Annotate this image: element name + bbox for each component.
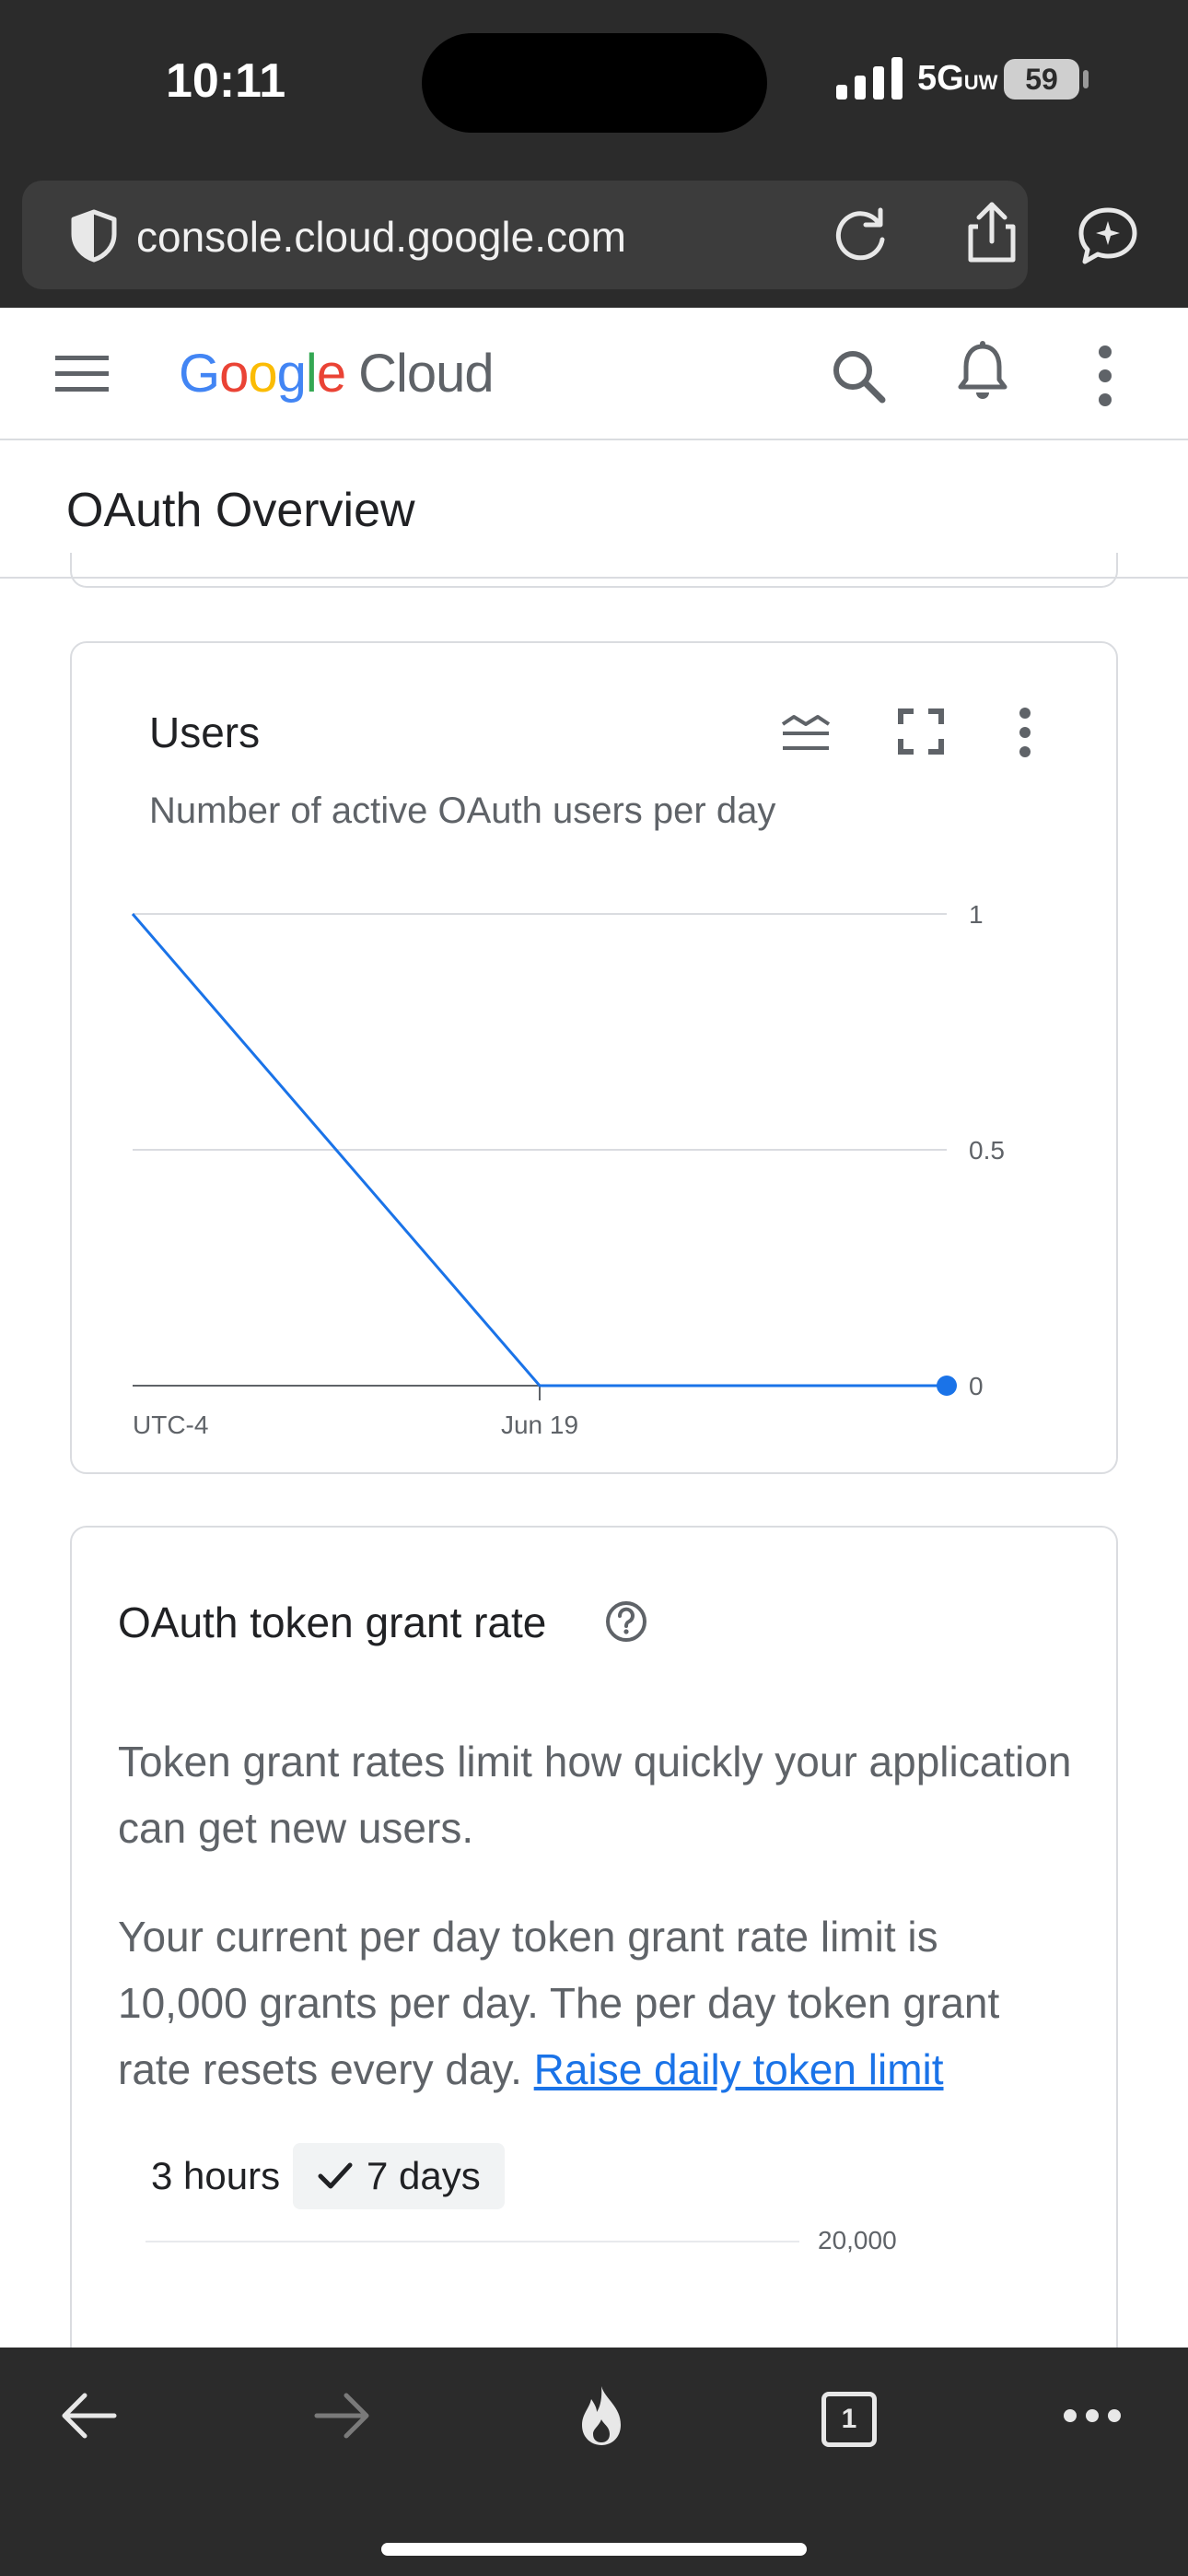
- raise-daily-token-limit-link[interactable]: Raise daily token limit: [534, 2045, 944, 2093]
- token-chart-gridline: [146, 2241, 799, 2242]
- dynamic-island: [422, 33, 767, 133]
- network-sup: UW: [963, 71, 998, 94]
- help-icon[interactable]: [604, 1599, 648, 1644]
- y-tick-label: 1: [969, 900, 984, 929]
- back-arrow-icon[interactable]: [59, 2390, 118, 2441]
- logo-letter: G: [179, 344, 220, 404]
- browser-chrome: 10:11 5GUW 59 console.cloud.google.com: [0, 0, 1188, 308]
- token-rate-description: Token grant rates limit how quickly your…: [118, 1738, 1072, 1852]
- range-7-days-button[interactable]: 7 days: [293, 2143, 505, 2209]
- chart-series: [131, 913, 957, 1396]
- y-tick-label: 0: [969, 1372, 984, 1400]
- range-3-hours-button[interactable]: 3 hours: [138, 2143, 293, 2209]
- battery-nub: [1083, 70, 1089, 88]
- page-title: OAuth Overview: [66, 484, 415, 537]
- console-header: Google Cloud: [0, 308, 1188, 440]
- url-text[interactable]: console.cloud.google.com: [136, 212, 626, 262]
- previous-card-edge: [70, 553, 1118, 588]
- forward-arrow-icon[interactable]: [313, 2390, 372, 2441]
- chart-grid: 00.51: [133, 900, 1005, 1400]
- range-7-days-label: 7 days: [367, 2154, 481, 2197]
- share-icon[interactable]: [961, 199, 1022, 265]
- notifications-bell-icon[interactable]: [956, 341, 1009, 400]
- token-limit-description: Your current per day token grant rate li…: [118, 1903, 1076, 2102]
- battery-indicator: 59: [1004, 59, 1079, 100]
- check-icon: [318, 2162, 353, 2189]
- logo-letter: e: [316, 344, 346, 404]
- reload-icon[interactable]: [833, 206, 890, 263]
- ai-assistant-icon[interactable]: [1076, 205, 1140, 267]
- logo-product: Cloud: [358, 344, 495, 404]
- network-indicator: 5GUW: [917, 59, 997, 99]
- status-time: 10:11: [166, 54, 286, 108]
- x-tick-label: Jun 19: [501, 1411, 578, 1439]
- signal-icon: [836, 57, 903, 100]
- home-indicator: [381, 2543, 807, 2556]
- more-vert-icon[interactable]: [1094, 343, 1116, 409]
- logo-letter: g: [276, 344, 307, 404]
- logo-letter: o: [219, 344, 249, 404]
- search-icon[interactable]: [829, 346, 888, 405]
- timezone-label: UTC-4: [133, 1411, 208, 1439]
- users-line-chart: 00.51 Jun 19 UTC-4: [131, 900, 1005, 1439]
- x-ticks: Jun 19: [501, 1386, 578, 1439]
- more-horiz-icon[interactable]: [1061, 2405, 1124, 2427]
- hamburger-menu-icon[interactable]: [55, 354, 109, 394]
- token-chart-y-label: 20,000: [818, 2226, 897, 2254]
- y-tick-label: 0.5: [969, 1136, 1005, 1165]
- tabs-button[interactable]: 1: [821, 2392, 877, 2447]
- browser-toolbar: 1: [0, 2348, 1188, 2576]
- network-type: 5G: [917, 59, 964, 98]
- logo-letter: o: [248, 344, 277, 404]
- address-bar[interactable]: console.cloud.google.com: [22, 181, 1028, 289]
- series-last-point[interactable]: [937, 1376, 957, 1396]
- users-card: Users Number of active OAuth users per d…: [70, 641, 1118, 1474]
- google-cloud-logo[interactable]: Google Cloud: [179, 343, 495, 404]
- token-card-title: OAuth token grant rate: [118, 1598, 547, 1646]
- logo-letter: l: [305, 344, 318, 404]
- fire-icon[interactable]: [573, 2384, 630, 2447]
- shield-icon[interactable]: [66, 208, 122, 263]
